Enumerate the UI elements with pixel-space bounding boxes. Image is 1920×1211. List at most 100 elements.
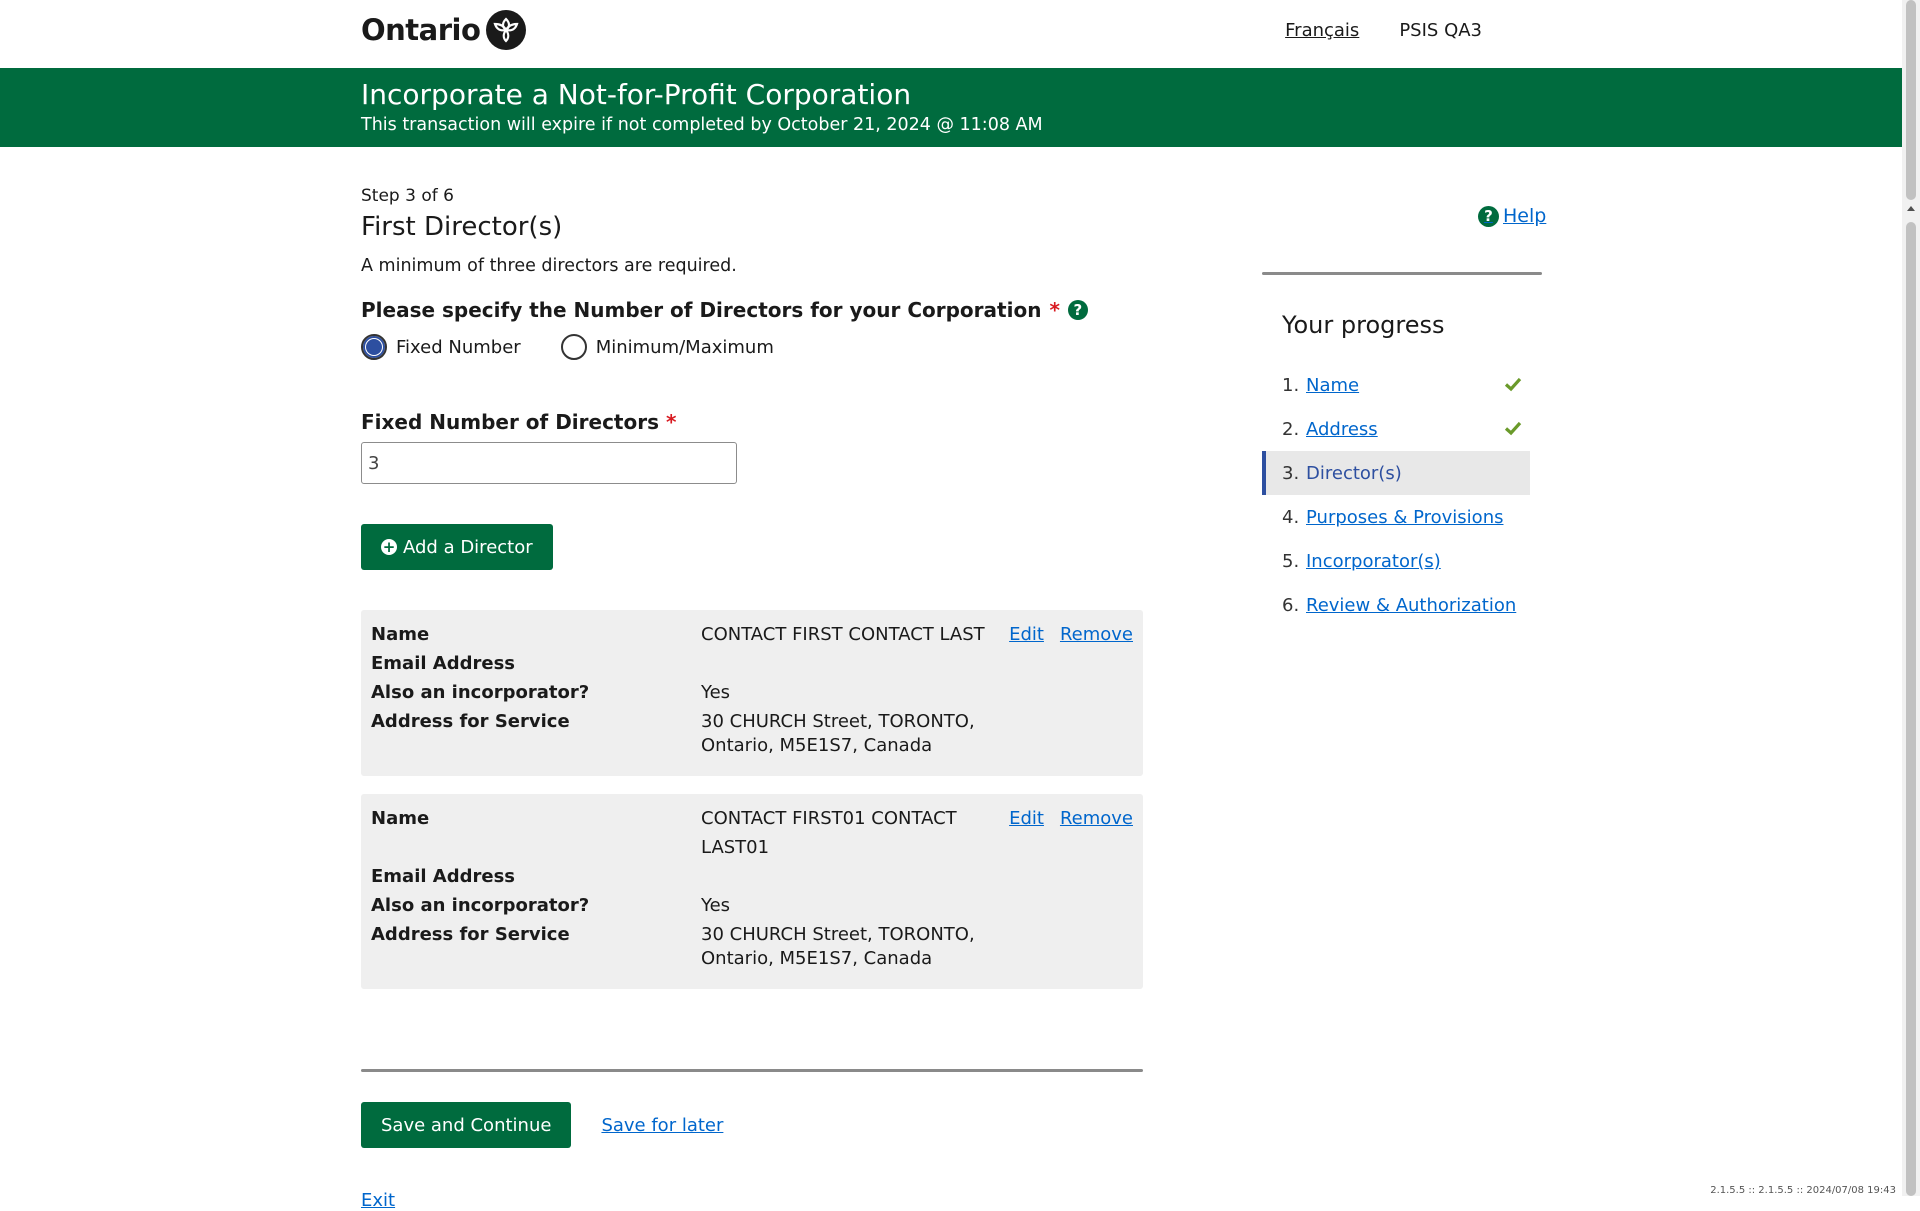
director-address: 30 CHURCH Street, TORONTO, Ontario, M5E1… [701,920,1133,971]
top-bar: Ontario Français PSIS QA3 [0,0,1902,68]
progress-link-name[interactable]: Name [1306,375,1359,396]
save-and-continue-button[interactable]: Save and Continue [361,1102,572,1148]
incorporator-label: Also an incorporator? [371,682,590,703]
exit-link[interactable]: Exit [361,1190,395,1211]
help-link[interactable]: ? Help [1478,205,1546,227]
remove-director-link[interactable]: Remove [1060,804,1133,862]
check-icon [1504,421,1522,436]
ontario-trillium-icon [486,10,527,50]
edit-director-link[interactable]: Edit [1009,804,1044,862]
progress-item-incorporators: 5. Incorporator(s) [1262,539,1522,583]
address-label: Address for Service [371,711,570,732]
progress-number: 3. [1282,462,1300,484]
transaction-expiry: This transaction will expire if not comp… [361,115,1043,135]
scrollbar-thumb[interactable] [1906,222,1916,1196]
remove-director-link[interactable]: Remove [1060,620,1133,649]
progress-current-directors: Director(s) [1306,462,1402,484]
progress-sidebar: Your progress 1. Name 2. Address 3. Dire… [1262,272,1542,627]
fixed-number-input[interactable] [361,442,737,484]
email-label: Email Address [371,653,516,674]
progress-number: 4. [1282,506,1300,528]
logo-text: Ontario [361,13,481,47]
address-line-2: Ontario, M5E1S7, Canada [701,735,933,756]
scrollbar-upper-thumb[interactable] [1906,0,1916,200]
progress-link-purposes[interactable]: Purposes & Provisions [1306,507,1503,528]
main-content: Step 3 of 6 First Director(s) A minimum … [361,186,1143,1211]
section-divider [361,1069,1143,1072]
progress-number: 6. [1282,594,1300,616]
progress-item-directors: 3. Director(s) [1262,451,1530,495]
progress-number: 5. [1282,550,1300,572]
director-incorporator: Yes [701,682,731,703]
help-link-label: Help [1503,205,1547,227]
minimum-directors-note: A minimum of three directors are require… [361,256,737,276]
required-marker: * [665,410,677,434]
director-incorporator: Yes [701,895,731,916]
help-icon: ? [1478,205,1499,227]
radio-unselected-indicator[interactable] [560,334,587,360]
page-title: First Director(s) [361,212,563,242]
plus-circle-icon: + [381,537,397,556]
progress-title: Your progress [1282,311,1445,339]
fixed-number-label-text: Fixed Number of Directors [361,410,659,434]
sidebar-divider [1262,272,1542,275]
progress-link-incorporators[interactable]: Incorporator(s) [1306,551,1441,572]
director-name-row: Name CONTACT FIRST CONTACT LAST Edit Rem… [371,620,1133,649]
director-address-row: Address for Service 30 CHURCH Street, TO… [371,707,1133,758]
progress-link-review[interactable]: Review & Authorization [1306,595,1516,616]
director-name: CONTACT FIRST CONTACT LAST [701,624,985,645]
progress-item-address: 2. Address [1262,407,1522,451]
ontario-logo[interactable]: Ontario [361,10,527,50]
minimum-maximum-radio[interactable]: Minimum/Maximum [560,334,774,360]
scroll-up-arrow[interactable] [1907,206,1915,211]
director-name: CONTACT FIRST01 CONTACT LAST01 [701,808,957,858]
incorporator-label: Also an incorporator? [371,895,590,916]
fixed-number-radio-label: Fixed Number [396,336,521,358]
director-card: Name CONTACT FIRST01 CONTACT LAST01 Edit… [361,794,1143,989]
address-line-1: 30 CHURCH Street, TORONTO, [701,924,975,945]
address-line-2: Ontario, M5E1S7, Canada [701,948,933,969]
progress-link-address[interactable]: Address [1306,419,1378,440]
title-banner: Incorporate a Not-for-Profit Corporation… [0,68,1902,147]
fixed-number-label: Fixed Number of Directors * [361,410,1143,434]
director-address-row: Address for Service 30 CHURCH Street, TO… [371,920,1133,971]
edit-director-link[interactable]: Edit [1009,620,1044,649]
director-actions: Edit Remove [1009,804,1133,862]
header-links: Français PSIS QA3 [1285,20,1482,41]
step-indicator: Step 3 of 6 [361,186,454,206]
email-label: Email Address [371,866,516,887]
director-email [701,649,1133,678]
director-name-row: Name CONTACT FIRST01 CONTACT LAST01 Edit… [371,804,1133,862]
minimum-maximum-radio-label: Minimum/Maximum [595,336,774,358]
page-scrollbar[interactable] [1902,0,1920,1196]
progress-item-purposes: 4. Purposes & Provisions [1262,495,1522,539]
progress-number: 2. [1282,418,1300,440]
add-director-label: Add a Director [403,536,533,558]
director-card: Name CONTACT FIRST CONTACT LAST Edit Rem… [361,610,1143,776]
director-email-row: Email Address [371,649,1133,678]
director-email [701,862,1133,891]
french-language-link[interactable]: Français [1285,20,1359,41]
director-incorporator-row: Also an incorporator? Yes [371,891,1133,920]
form-actions: Save and Continue Save for later [361,1102,1143,1148]
fixed-number-radio[interactable]: Fixed Number [361,334,521,360]
number-of-directors-question: Please specify the Number of Directors f… [361,298,1143,322]
radio-selected-indicator[interactable] [361,334,387,360]
help-icon[interactable]: ? [1067,300,1088,320]
check-icon [1504,377,1522,392]
director-incorporator-row: Also an incorporator? Yes [371,678,1133,707]
director-actions: Edit Remove [1009,620,1133,649]
required-marker: * [1049,298,1060,322]
environment-label: PSIS QA3 [1399,20,1482,41]
version-footer: 2.1.5.5 :: 2.1.5.5 :: 2024/07/08 19:43 [1710,1185,1896,1196]
address-line-1: 30 CHURCH Street, TORONTO, [701,711,975,732]
progress-item-name: 1. Name [1262,363,1522,407]
name-label: Name [371,808,430,829]
progress-item-review: 6. Review & Authorization [1262,583,1522,627]
save-for-later-link[interactable]: Save for later [601,1115,723,1136]
address-label: Address for Service [371,924,570,945]
progress-number: 1. [1282,374,1300,396]
question-text: Please specify the Number of Directors f… [361,298,1042,322]
directors-type-radio-group: Fixed Number Minimum/Maximum [361,334,1143,360]
add-director-button[interactable]: + Add a Director [361,524,553,570]
